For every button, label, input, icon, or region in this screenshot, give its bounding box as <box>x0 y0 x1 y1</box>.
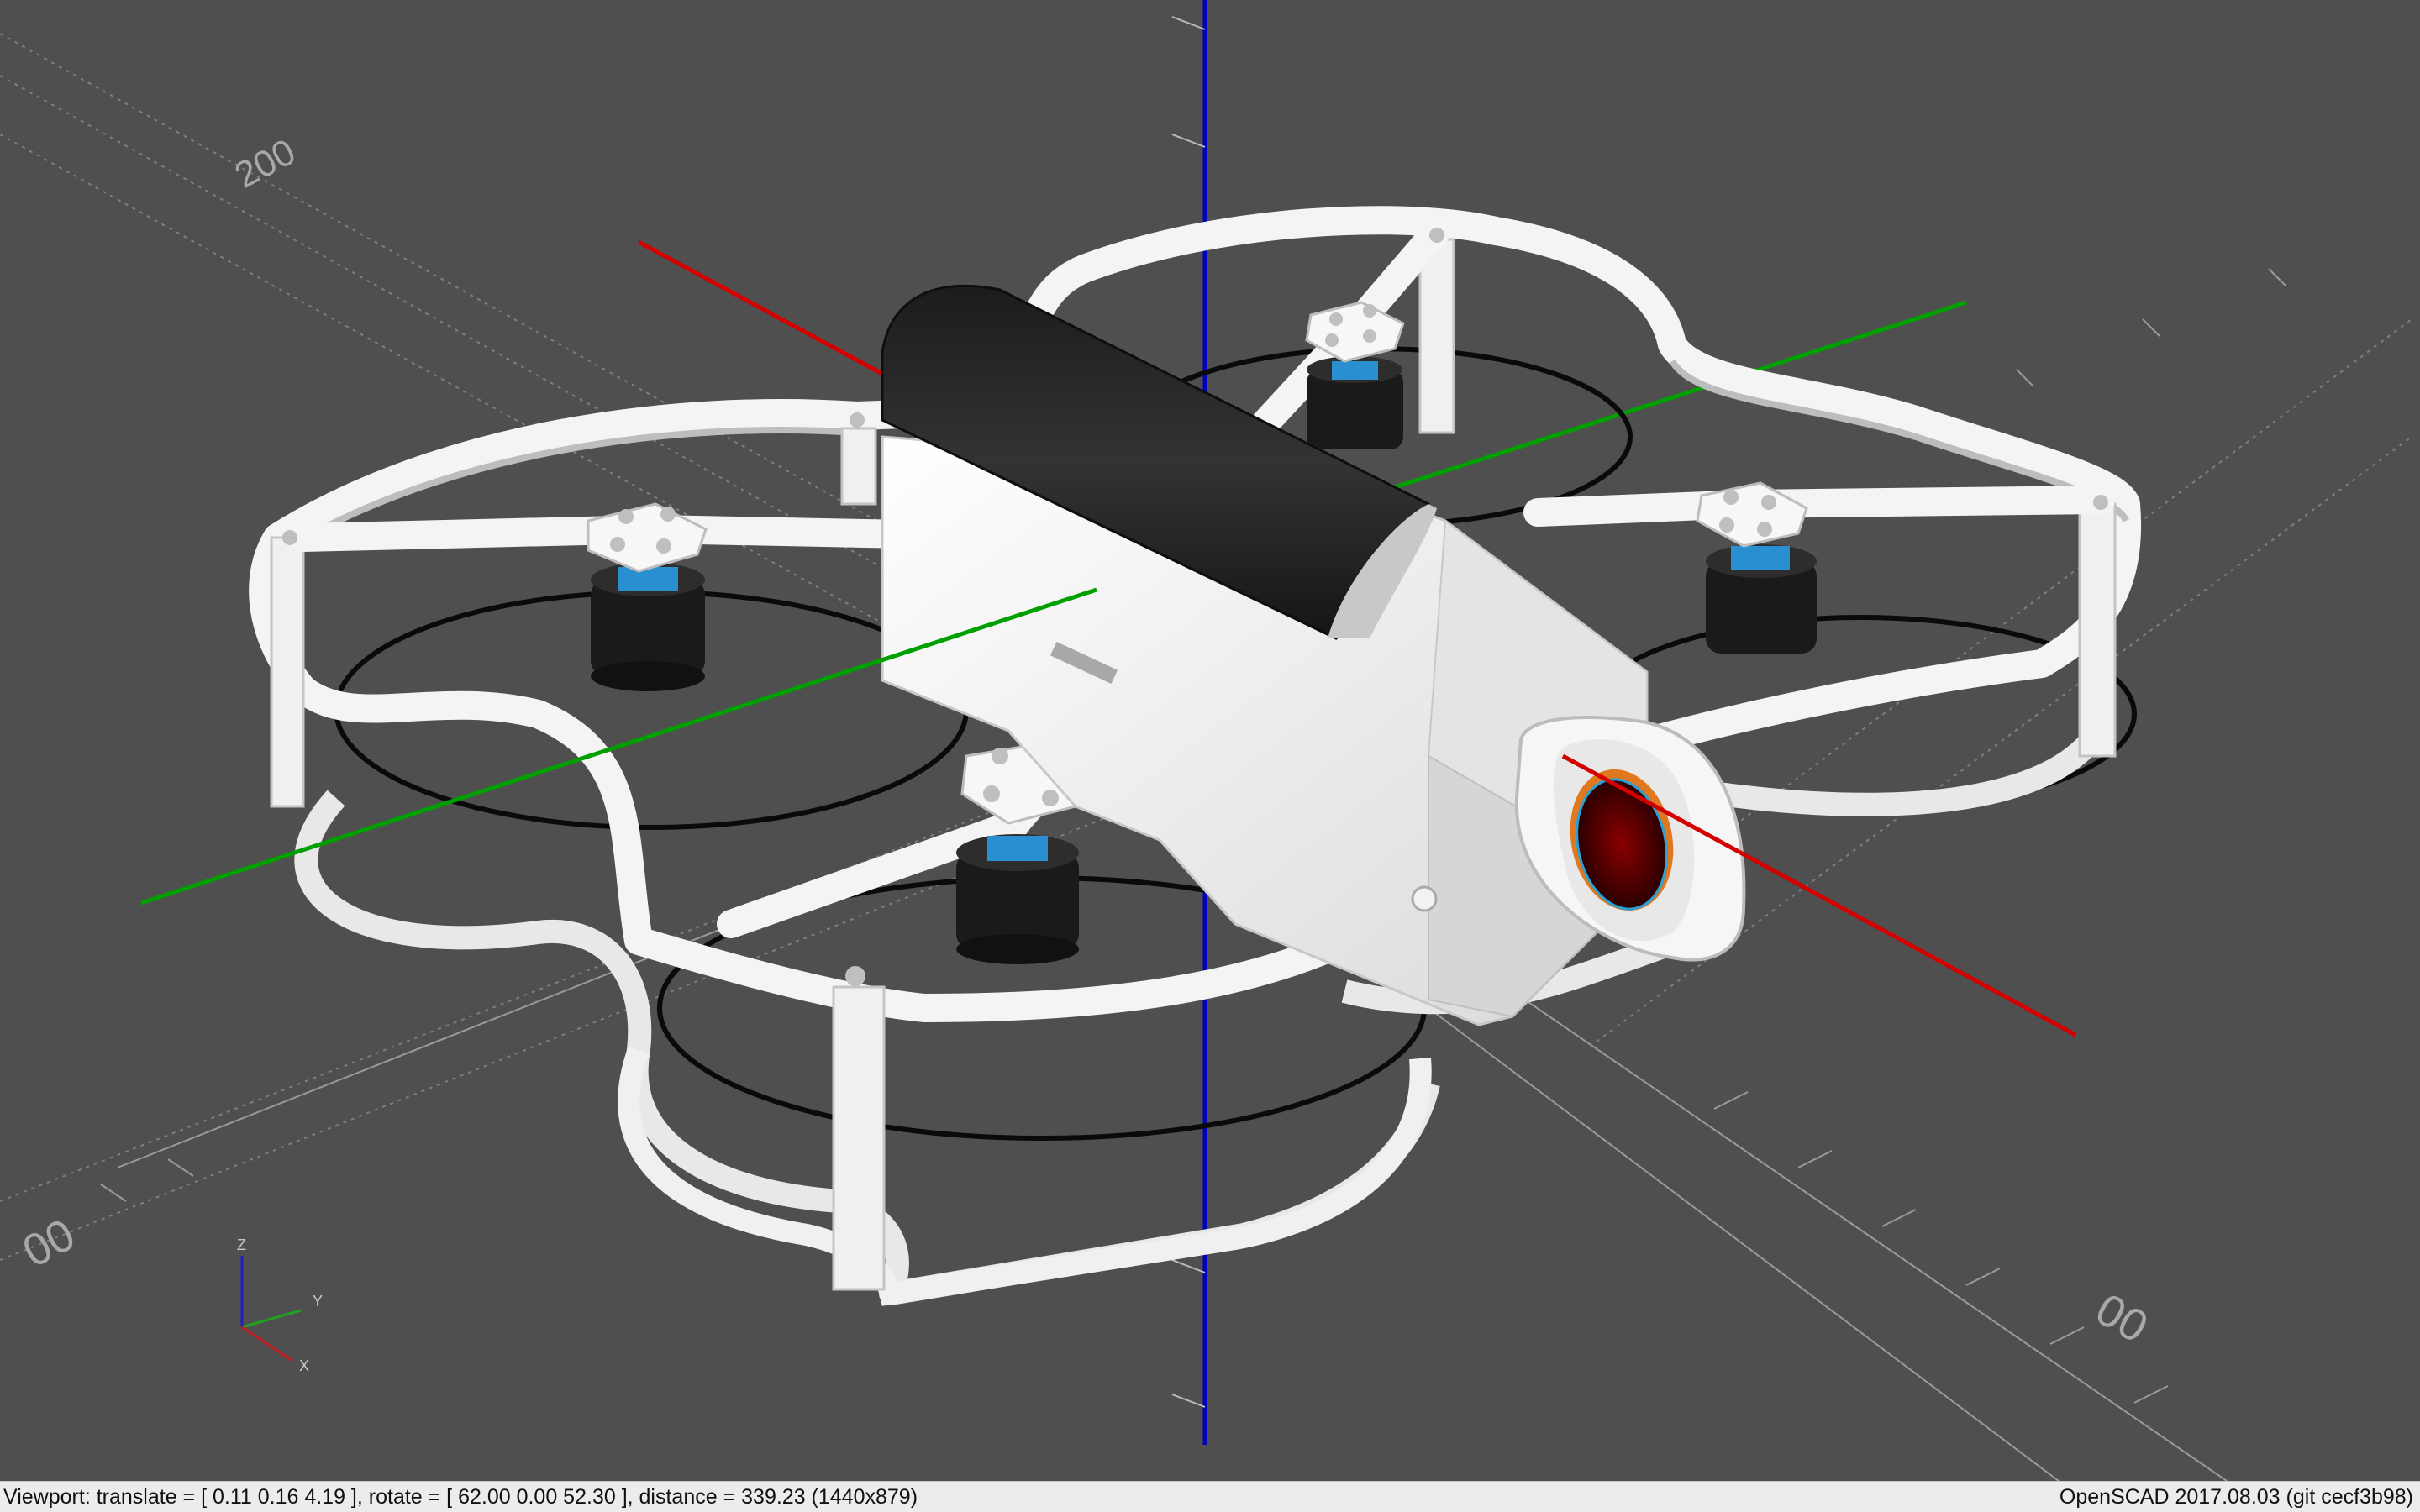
x-axis-line-back <box>637 239 884 376</box>
motor-right <box>1706 544 1817 654</box>
svg-text:00: 00 <box>2087 1284 2156 1352</box>
gizmo-z-label: Z <box>237 1236 246 1253</box>
app-version: OpenSCAD 2017.08.03 (git cecf3b98) <box>2059 1485 2413 1509</box>
gizmo-x-label: X <box>299 1357 309 1374</box>
motor-front-center <box>956 834 1079 964</box>
status-bar: Viewport: translate = [ 0.11 0.16 4.19 ]… <box>0 1481 2420 1512</box>
ground-grid-solid <box>117 881 2228 1481</box>
3d-viewport[interactable]: 200 00 00 Z Y X <box>0 0 2420 1481</box>
motor-back-center <box>1307 356 1403 449</box>
bottom-guard-front <box>618 1046 1432 1306</box>
svg-text:200: 200 <box>229 131 302 197</box>
scale-marker-top-left: 200 <box>229 131 302 197</box>
viewport-canvas[interactable]: 200 00 00 Z Y X <box>0 0 2420 1481</box>
scale-marker-bottom-right: 00 <box>2087 1284 2156 1352</box>
scale-marker-bottom-left: 00 <box>14 1209 82 1277</box>
frame-hook <box>1411 885 1438 912</box>
svg-text:00: 00 <box>14 1209 82 1277</box>
gizmo-y-label: Y <box>313 1293 323 1310</box>
motor-front-left <box>591 563 705 691</box>
axes-gizmo: Z Y X <box>237 1236 323 1374</box>
viewport-info: Viewport: translate = [ 0.11 0.16 4.19 ]… <box>3 1485 918 1509</box>
